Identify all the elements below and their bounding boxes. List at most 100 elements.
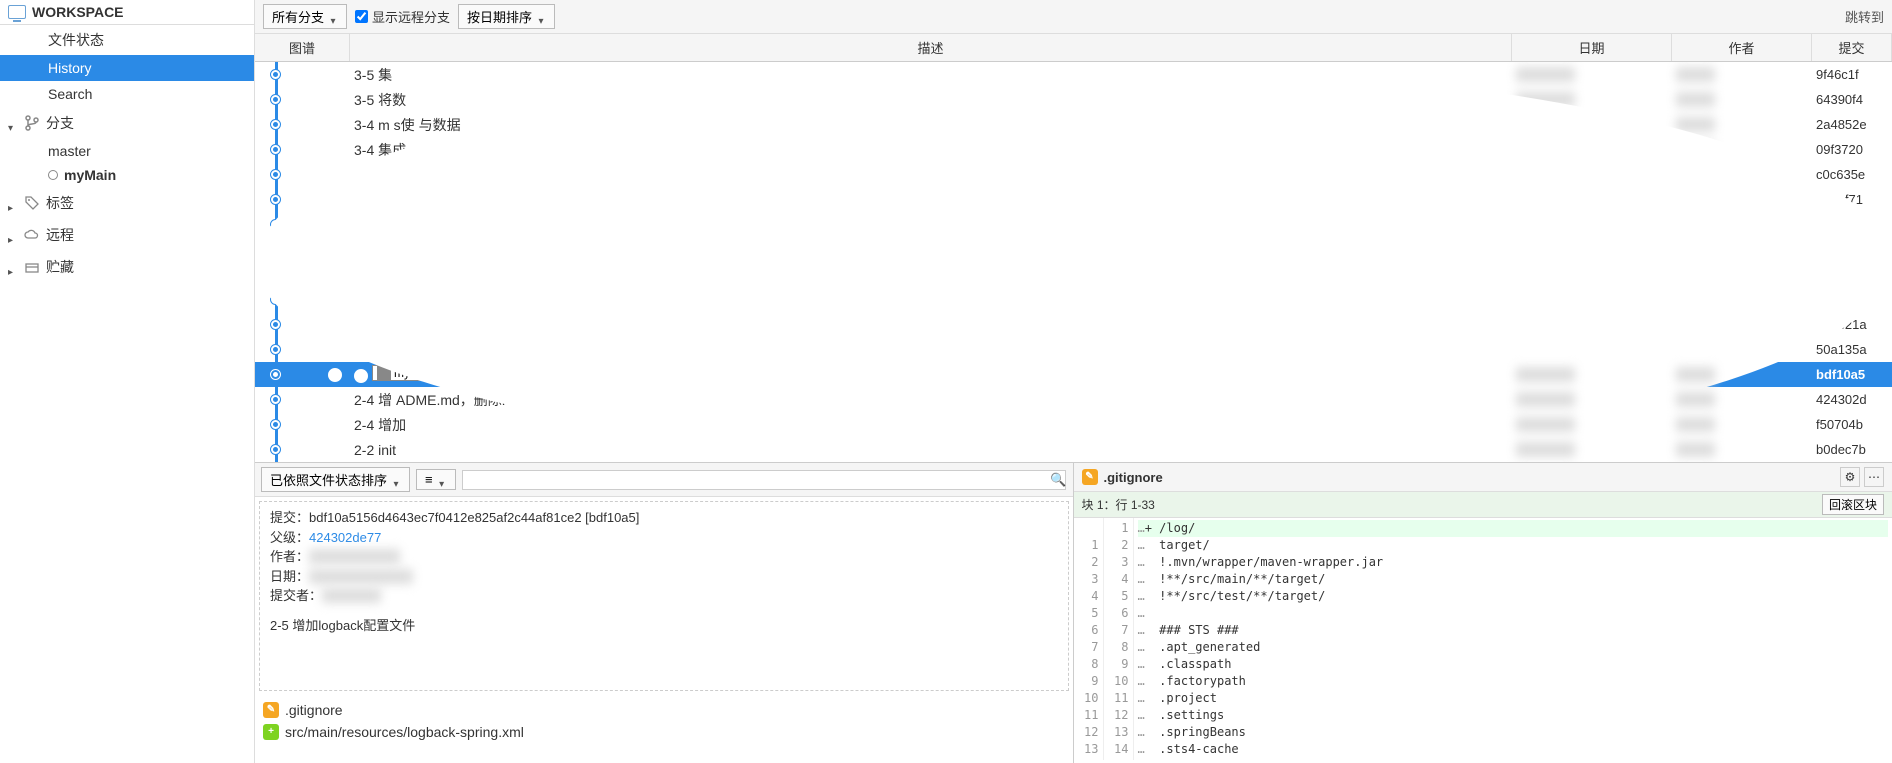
commit-hash: 64390f4 <box>1812 92 1892 107</box>
commit-graph-cell <box>255 387 350 412</box>
commit-graph-cell <box>255 112 350 137</box>
details-left-panel: 已依照文件状态排序 ≡ 🔍 提交：bdf10a5156d4643ec7f0412… <box>255 463 1074 763</box>
chevron-down-icon <box>437 475 447 485</box>
col-date[interactable]: 日期 <box>1512 34 1672 61</box>
commit-graph-cell <box>255 87 350 112</box>
col-author[interactable]: 作者 <box>1672 34 1812 61</box>
commit-hash: 50a135a <box>1812 342 1892 357</box>
all-branches-dropdown[interactable]: 所有分支 <box>263 4 347 29</box>
diff-content: …+ /log/… target/… !.mvn/wrapper/maven-w… <box>1134 518 1892 760</box>
commit-hash: 2a4852e <box>1812 117 1892 132</box>
more-icon[interactable]: ⋯ <box>1864 467 1884 487</box>
jump-to-link[interactable]: 跳转到 <box>1845 7 1884 26</box>
branch-section-label: 分支 <box>46 113 74 133</box>
sidebar-item-search[interactable]: Search <box>0 81 254 107</box>
chevron-down-icon <box>328 12 338 22</box>
commit-author: xxxxxx <box>1672 417 1812 432</box>
commit-author: xxxxxx <box>1672 92 1812 107</box>
chevron-right-icon <box>8 230 18 240</box>
sidebar: WORKSPACE 文件状态 History Search 分支 master … <box>0 0 255 763</box>
commits-table-header: 图谱 描述 日期 作者 提交 <box>255 34 1892 62</box>
commit-graph-cell <box>255 62 350 87</box>
sort-files-dropdown[interactable]: 已依照文件状态排序 <box>261 467 410 492</box>
branch-item-mymain[interactable]: myMain <box>0 163 254 187</box>
workspace-label: WORKSPACE <box>32 4 124 20</box>
commit-hash: 09f3720 <box>1812 142 1892 157</box>
diff-body[interactable]: 12345678910111213 1234567891011121314 …+… <box>1074 518 1892 760</box>
changed-file-gitignore[interactable]: ✎ .gitignore <box>263 699 1065 721</box>
commit-author: xxxxxx <box>1672 442 1812 457</box>
commit-message: 2-5 增加logback配置文件 <box>270 616 1058 636</box>
commit-author: xxxxxx <box>1672 392 1812 407</box>
diff-line-numbers-old: 12345678910111213 <box>1074 518 1104 760</box>
commit-graph-cell <box>255 362 350 387</box>
col-commit[interactable]: 提交 <box>1812 34 1892 61</box>
diff-hunk-header: 块 1：行 1-33 回滚区块 <box>1074 492 1892 518</box>
commits-list[interactable]: @砖业洋__ 3-5 集xxxxxxxxxxxxxxx9f46c1f3-5 将数… <box>255 62 1892 462</box>
details-right-panel: ✎ .gitignore ⚙ ⋯ 块 1：行 1-33 回滚区块 1234567… <box>1074 463 1892 763</box>
commit-hash: c0c635e <box>1812 167 1892 182</box>
commit-hash: bdf10a5 <box>1812 367 1892 382</box>
commit-author: xxxxxx <box>1672 67 1812 82</box>
diff-line-numbers-new: 1234567891011121314 <box>1104 518 1134 760</box>
parent-hash-link[interactable]: 424302de77 <box>309 530 381 545</box>
stash-section-header[interactable]: 贮藏 <box>0 251 254 283</box>
branch-icon <box>24 115 40 131</box>
sidebar-item-file-status[interactable]: 文件状态 <box>0 25 254 55</box>
main-panel: 所有分支 显示远程分支 按日期排序 跳转到 图谱 描述 日期 作者 提交 @砖业… <box>255 0 1892 763</box>
view-mode-dropdown[interactable]: ≡ <box>416 469 456 490</box>
commit-date: xxxxxxxxx <box>1512 442 1672 457</box>
commit-graph-cell <box>255 437 350 462</box>
branch-item-master[interactable]: master <box>0 139 254 163</box>
chevron-right-icon <box>8 198 18 208</box>
commit-date: xxxxxxxxx <box>1512 417 1672 432</box>
committer-blurred: xxxxxxxxx <box>322 588 381 603</box>
branch-section-header[interactable]: 分支 <box>0 107 254 139</box>
commit-info-box: 提交：bdf10a5156d4643ec7f0412e825af2c44af81… <box>259 501 1069 691</box>
diff-filename: .gitignore <box>1104 470 1163 485</box>
modified-icon: ✎ <box>1082 469 1098 485</box>
stash-icon <box>24 259 40 275</box>
commit-date: xxxxxxxxx <box>1512 67 1672 82</box>
commits-toolbar: 所有分支 显示远程分支 按日期排序 跳转到 <box>255 0 1892 34</box>
current-branch-icon <box>48 170 58 180</box>
workspace-header[interactable]: WORKSPACE <box>0 0 254 25</box>
commit-hash-full: bdf10a5156d4643ec7f0412e825af2c44af81ce2… <box>309 510 639 525</box>
chevron-right-icon <box>8 262 18 272</box>
file-search-input[interactable] <box>462 470 1067 490</box>
gear-icon[interactable]: ⚙ <box>1840 467 1860 487</box>
chevron-down-icon <box>8 118 18 128</box>
revert-hunk-button[interactable]: 回滚区块 <box>1822 494 1884 515</box>
col-desc[interactable]: 描述 <box>350 34 1512 61</box>
details-left-toolbar: 已依照文件状态排序 ≡ 🔍 <box>255 463 1073 497</box>
commit-hash: 424302d <box>1812 392 1892 407</box>
show-remote-checkbox[interactable]: 显示远程分支 <box>355 7 450 26</box>
search-icon: 🔍 <box>1050 472 1066 488</box>
sidebar-item-history[interactable]: History <box>0 55 254 81</box>
commit-graph-cell <box>255 137 350 162</box>
commit-desc: myMain2-5 增加logback配置文件 <box>350 365 1512 385</box>
tag-icon <box>24 195 40 211</box>
remote-section-header[interactable]: 远程 <box>0 219 254 251</box>
cloud-icon <box>24 227 40 243</box>
commit-hash: b0dec7b <box>1812 442 1892 457</box>
commit-author: xxxxxx <box>1672 117 1812 132</box>
commit-hash: f50704b <box>1812 417 1892 432</box>
commit-details: 已依照文件状态排序 ≡ 🔍 提交：bdf10a5156d4643ec7f0412… <box>255 462 1892 763</box>
changed-file-logback[interactable]: + src/main/resources/logback-spring.xml <box>263 721 1065 743</box>
chevron-down-icon <box>536 12 546 22</box>
diff-header: ✎ .gitignore ⚙ ⋯ <box>1074 463 1892 492</box>
monitor-icon <box>8 5 26 19</box>
changed-files-list: ✎ .gitignore + src/main/resources/logbac… <box>255 695 1073 747</box>
sort-by-date-dropdown[interactable]: 按日期排序 <box>458 4 555 29</box>
col-graph[interactable]: 图谱 <box>255 34 350 61</box>
tag-section-header[interactable]: 标签 <box>0 187 254 219</box>
added-icon: + <box>263 724 279 740</box>
chevron-down-icon <box>391 475 401 485</box>
commit-graph-cell <box>255 412 350 437</box>
author-blurred: xxxxxxxxxxxxxx <box>309 549 400 564</box>
commit-row[interactable]: myMain2-5 增加logback配置文件xxxxxxxxxxxxxxxbd… <box>255 362 1892 387</box>
modified-icon: ✎ <box>263 702 279 718</box>
date-blurred: xxxxxxxxxxxxxxxx <box>309 569 413 584</box>
commit-hash: 9f46c1f <box>1812 67 1892 82</box>
